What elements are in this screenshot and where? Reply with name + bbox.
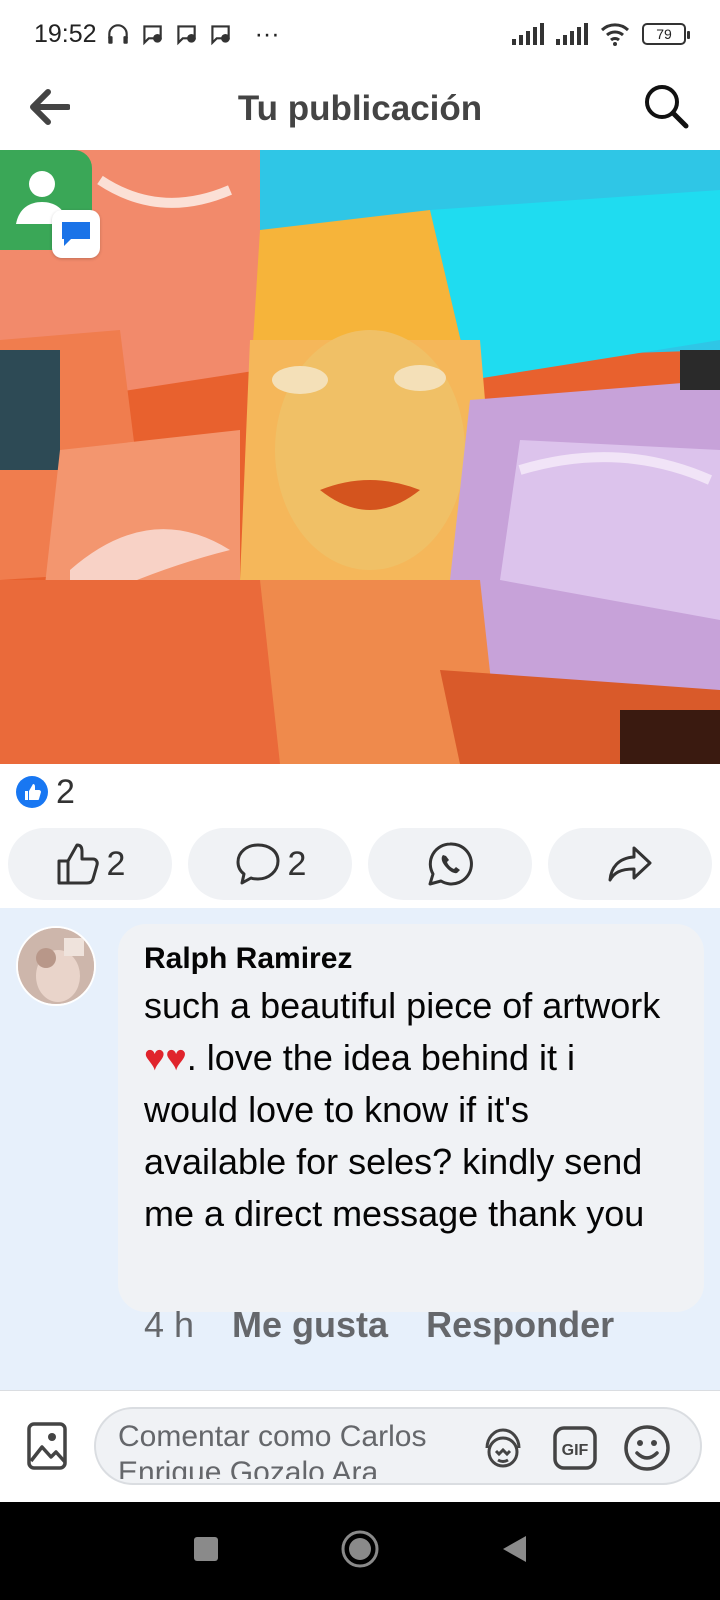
wifi-icon — [600, 23, 630, 46]
avatar-sticker-icon — [485, 1428, 521, 1468]
like-reaction-icon — [16, 776, 48, 808]
commenter-avatar[interactable] — [16, 926, 96, 1006]
more-notifications-icon: ··· — [254, 19, 280, 48]
reaction-summary[interactable]: 2 — [16, 770, 75, 814]
photo-icon — [27, 1422, 67, 1470]
messenger-notif-icon — [210, 25, 230, 46]
comment-input-placeholder: Comentar como Carlos Enrique Gozalo Ara — [118, 1420, 427, 1479]
comment-button[interactable]: 2 — [188, 828, 352, 900]
comment-thread: Ralph Ramirez such a beautiful piece of … — [0, 908, 720, 1390]
messenger-notif-icon — [142, 25, 162, 46]
gif-icon: GIF — [553, 1426, 597, 1470]
comment-composer: Comentar como Carlos Enrique Gozalo Ara … — [0, 1390, 720, 1502]
signal-icon — [512, 23, 544, 45]
signal-icon — [556, 23, 588, 45]
comment-time: 4 h — [144, 1304, 195, 1345]
artwork-graphic — [0, 150, 720, 764]
reaction-count: 2 — [56, 772, 75, 811]
share-button[interactable] — [548, 828, 712, 900]
comment-like-button[interactable]: Me gusta — [232, 1304, 388, 1346]
post-artwork-image[interactable] — [0, 150, 720, 764]
thumbs-up-icon — [57, 843, 99, 885]
add-photo-button[interactable] — [26, 1421, 72, 1473]
battery-indicator: 79 — [642, 23, 690, 45]
search-icon — [645, 85, 689, 129]
comment-bubble-icon — [236, 843, 280, 885]
status-time: 19:52 — [34, 19, 97, 48]
comment-text: such a beautiful piece of artwork ♥♥. lo… — [144, 985, 661, 1234]
comment-count: 2 — [287, 844, 307, 883]
emoji-icon — [624, 1425, 670, 1471]
emoji-button[interactable] — [622, 1423, 672, 1473]
comment-author[interactable]: Ralph Ramirez — [144, 942, 678, 976]
gif-button[interactable]: GIF — [550, 1423, 600, 1473]
system-navigation-bar — [0, 1502, 720, 1600]
messages-icon — [52, 210, 100, 258]
like-button[interactable]: 2 — [8, 828, 172, 900]
heart-emoji-icon: ♥♥ — [144, 1037, 187, 1078]
back-button[interactable] — [26, 84, 72, 130]
post-actions: 2 2 — [8, 828, 712, 900]
square-icon — [194, 1536, 218, 1561]
whatsapp-icon — [428, 842, 473, 886]
avatar-sticker-button[interactable] — [478, 1423, 528, 1473]
system-back-button[interactable] — [500, 1534, 528, 1569]
home-button[interactable] — [340, 1529, 380, 1574]
circle-icon — [341, 1530, 379, 1567]
floating-contact-bubble[interactable] — [0, 150, 100, 258]
comment-reply-button[interactable]: Responder — [426, 1304, 614, 1346]
like-count: 2 — [106, 844, 126, 883]
arrow-left-icon — [30, 89, 70, 125]
headphones-icon — [107, 24, 128, 44]
messenger-notif-icon — [176, 25, 196, 46]
triangle-back-icon — [503, 1535, 526, 1562]
app-bar: Tu publicación — [0, 68, 720, 150]
page-title: Tu publicación — [237, 89, 483, 128]
comment-input[interactable]: Comentar como Carlos Enrique Gozalo Ara … — [94, 1407, 702, 1485]
whatsapp-share-button[interactable] — [368, 828, 532, 900]
svg-text:GIF: GIF — [562, 1442, 589, 1459]
status-bar: 19:52 ··· 79 — [0, 0, 720, 68]
comment-bubble[interactable]: Ralph Ramirez such a beautiful piece of … — [118, 924, 704, 1312]
recents-button[interactable] — [192, 1535, 220, 1568]
comment-meta: 4 h Me gusta Responder — [144, 1304, 614, 1346]
share-arrow-icon — [608, 846, 652, 882]
search-button[interactable] — [640, 80, 692, 132]
